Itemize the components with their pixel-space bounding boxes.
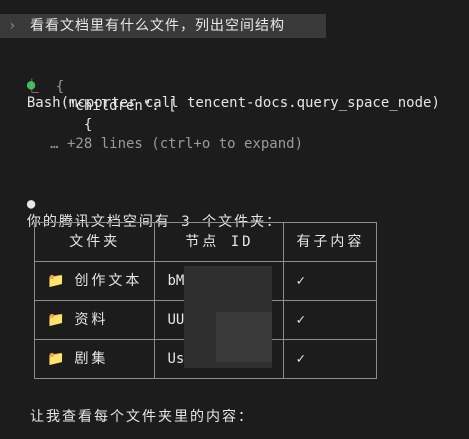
redaction-block xyxy=(216,312,272,362)
output-line-1: ⎿ { xyxy=(8,79,65,95)
has-children-check: ✓ xyxy=(283,339,378,379)
folder-icon: 📁 xyxy=(47,273,65,289)
prompt-chevron-icon: › xyxy=(8,18,17,34)
user-prompt: › 看看文档里有什么文件，列出空间结构 xyxy=(0,14,326,38)
header-node-id: 节点 ID xyxy=(154,222,285,262)
has-children-check: ✓ xyxy=(283,300,378,340)
output-line-3: { xyxy=(8,117,93,133)
output-line-2: "children": [ xyxy=(8,98,177,114)
prompt-text: 看看文档里有什么文件，列出空间结构 xyxy=(30,18,285,34)
folder-name: 剧集 xyxy=(74,351,109,367)
folder-name: 创作文本 xyxy=(74,273,143,289)
followup-text: 让我查看每个文件夹里的内容： xyxy=(30,409,254,425)
response-dot-icon: ● xyxy=(26,196,36,212)
folder-icon: 📁 xyxy=(47,312,65,328)
expand-hint[interactable]: … +28 lines (ctrl+o to expand) xyxy=(8,135,303,153)
header-has-children: 有子内容 xyxy=(283,222,378,262)
has-children-check: ✓ xyxy=(283,261,378,301)
header-folder: 文件夹 xyxy=(33,222,156,262)
folder-name: 资料 xyxy=(74,312,109,328)
table-header-row: 文件夹 节点 ID 有子内容 xyxy=(33,222,378,262)
folder-icon: 📁 xyxy=(47,351,65,367)
